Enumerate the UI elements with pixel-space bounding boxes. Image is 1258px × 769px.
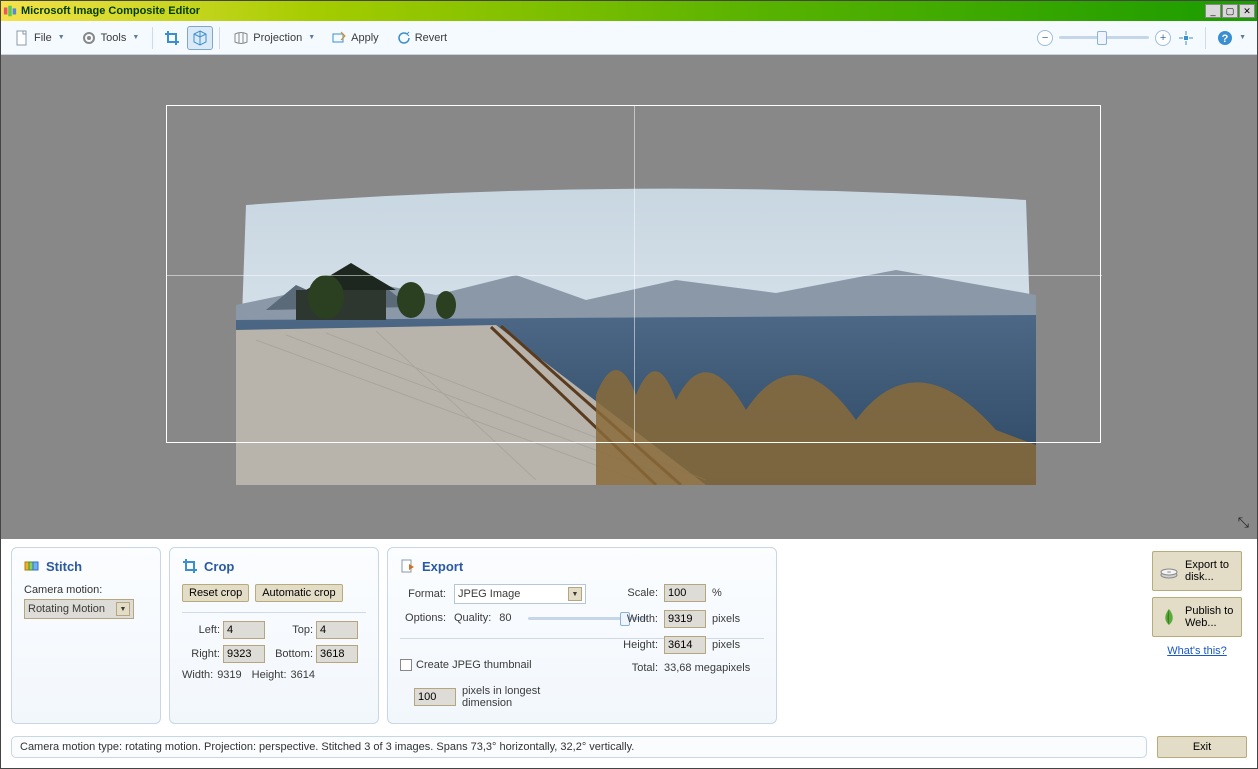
window-title: Microsoft Image Composite Editor <box>21 5 200 17</box>
reset-crop-button[interactable]: Reset crop <box>182 584 249 602</box>
crop-icon <box>164 30 180 46</box>
apply-button[interactable]: Apply <box>324 26 386 50</box>
camera-motion-label: Camera motion: <box>24 584 148 596</box>
chevron-down-icon: ▼ <box>1239 34 1246 41</box>
crop-top-field[interactable] <box>316 621 358 639</box>
maximize-button[interactable]: ▢ <box>1222 4 1238 18</box>
cube-tool-button[interactable] <box>187 26 213 50</box>
chevron-down-icon: ▼ <box>308 34 315 41</box>
crop-rectangle[interactable] <box>166 105 1101 443</box>
zoom-slider-thumb[interactable] <box>1097 31 1107 45</box>
revert-icon <box>395 30 411 46</box>
projection-menu[interactable]: Projection▼ <box>226 26 322 50</box>
help-icon: ? <box>1217 30 1233 46</box>
minimize-button[interactable]: _ <box>1205 4 1221 18</box>
quality-value: 80 <box>499 612 511 624</box>
cube-icon <box>192 30 208 46</box>
dropdown-arrow-icon: ▼ <box>116 602 130 616</box>
export-total-value: 33,68 megapixels <box>664 662 750 674</box>
stitch-icon <box>24 558 40 574</box>
stitch-panel: Stitch Camera motion: Rotating Motion ▼ <box>11 547 161 724</box>
app-icon <box>3 4 17 18</box>
camera-motion-select[interactable]: Rotating Motion ▼ <box>24 599 134 619</box>
publish-to-web-button[interactable]: Publish to Web... <box>1152 597 1242 637</box>
scale-field[interactable] <box>664 584 706 602</box>
help-button[interactable]: ? ▼ <box>1212 26 1251 50</box>
toolbar: File▼ Tools▼ Projection▼ Apply Revert − <box>1 21 1257 55</box>
bottom-panels: Stitch Camera motion: Rotating Motion ▼ … <box>1 539 1257 732</box>
automatic-crop-button[interactable]: Automatic crop <box>255 584 342 602</box>
zoom-control: − + <box>1037 30 1171 46</box>
canvas-viewport[interactable]: ⤡ <box>1 55 1257 539</box>
exit-button[interactable]: Exit <box>1157 736 1247 758</box>
publish-icon <box>1159 607 1179 627</box>
crop-left-field[interactable] <box>223 621 265 639</box>
crop-right-field[interactable] <box>223 645 265 663</box>
zoom-in-button[interactable]: + <box>1155 30 1171 46</box>
fit-icon <box>1178 30 1194 46</box>
crop-panel: Crop Reset crop Automatic crop Left: Rig… <box>169 547 379 724</box>
disk-icon <box>1159 561 1179 581</box>
crop-width-value: 9319 <box>217 669 241 681</box>
export-icon <box>400 558 416 574</box>
chevron-down-icon: ▼ <box>58 34 65 41</box>
thumbnail-px-field[interactable] <box>414 688 456 706</box>
projection-icon <box>233 30 249 46</box>
fit-view-button[interactable] <box>1173 26 1199 50</box>
export-to-disk-button[interactable]: Export to disk... <box>1152 551 1242 591</box>
file-icon <box>14 30 30 46</box>
zoom-slider[interactable] <box>1059 36 1149 39</box>
thumbnail-checkbox[interactable] <box>400 659 412 671</box>
crop-icon <box>182 558 198 574</box>
titlebar: Microsoft Image Composite Editor _ ▢ ✕ <box>1 1 1257 21</box>
file-menu[interactable]: File▼ <box>7 26 72 50</box>
status-bar: Camera motion type: rotating motion. Pro… <box>11 736 1147 758</box>
chevron-down-icon: ▼ <box>132 34 139 41</box>
apply-icon <box>331 30 347 46</box>
crop-bottom-field[interactable] <box>316 645 358 663</box>
gear-icon <box>81 30 97 46</box>
revert-button[interactable]: Revert <box>388 26 454 50</box>
action-panel: Export to disk... Publish to Web... What… <box>1147 547 1247 724</box>
export-height-field[interactable] <box>664 636 706 654</box>
export-width-field[interactable] <box>664 610 706 628</box>
crop-tool-button[interactable] <box>159 26 185 50</box>
zoom-out-button[interactable]: − <box>1037 30 1053 46</box>
close-button[interactable]: ✕ <box>1239 4 1255 18</box>
export-format-select[interactable]: JPEG Image ▼ <box>454 584 586 604</box>
whats-this-link[interactable]: What's this? <box>1167 645 1227 657</box>
dropdown-arrow-icon: ▼ <box>568 587 582 601</box>
svg-text:?: ? <box>1222 33 1229 45</box>
resize-cursor-icon: ⤡ <box>1238 514 1249 531</box>
export-panel: Export Format: JPEG Image ▼ Options: Qua… <box>387 547 777 724</box>
tools-menu[interactable]: Tools▼ <box>74 26 147 50</box>
crop-height-value: 3614 <box>291 669 315 681</box>
